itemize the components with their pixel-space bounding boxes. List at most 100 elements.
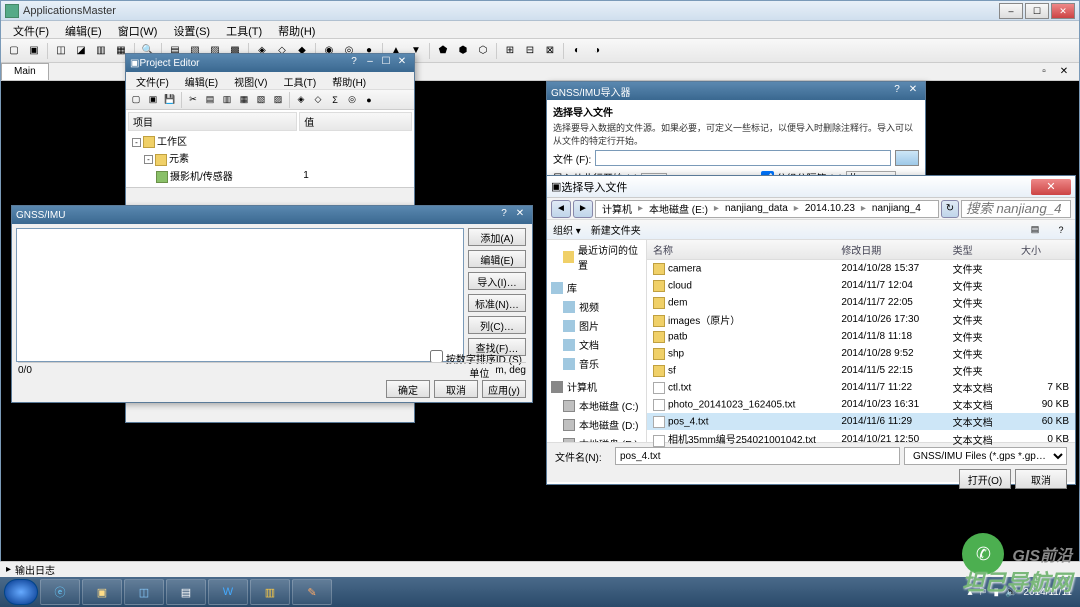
sidebar-item[interactable]: 本地磁盘 (C:) bbox=[547, 396, 646, 415]
tree-row[interactable]: -工作区 bbox=[128, 133, 412, 148]
tool-t-icon[interactable]: ◑ bbox=[588, 42, 606, 60]
pe-tool-c-icon[interactable]: ▦ bbox=[236, 92, 252, 108]
tab-main[interactable]: Main bbox=[1, 63, 49, 80]
filename-input[interactable] bbox=[615, 447, 900, 465]
file-row[interactable]: images（原片）2014/10/26 17:30文件夹 bbox=[647, 311, 1075, 328]
file-row[interactable]: photo_20141023_162405.txt2014/10/23 16:3… bbox=[647, 396, 1075, 413]
start-button[interactable] bbox=[4, 579, 38, 605]
col-date[interactable]: 修改日期 bbox=[835, 240, 946, 260]
menu-file[interactable]: 文件(F) bbox=[5, 21, 57, 38]
pe-tool-f-icon[interactable]: ◈ bbox=[293, 92, 309, 108]
tool-cube-icon[interactable]: ◫ bbox=[52, 42, 70, 60]
importer-browse-button[interactable] bbox=[895, 150, 919, 166]
pe-menu-file[interactable]: 文件(F) bbox=[128, 72, 177, 89]
pe-menu-edit[interactable]: 编辑(E) bbox=[177, 72, 226, 89]
close-button[interactable]: ✕ bbox=[1051, 3, 1075, 19]
sidebar-item[interactable]: 本地磁盘 (D:) bbox=[547, 415, 646, 434]
task-app1-icon[interactable]: ◫ bbox=[124, 579, 164, 605]
tool-s-icon[interactable]: ◐ bbox=[568, 42, 586, 60]
sidebar-item[interactable]: 库 bbox=[547, 278, 646, 297]
pe-tool-e-icon[interactable]: ▨ bbox=[270, 92, 286, 108]
task-explorer-icon[interactable]: ▣ bbox=[82, 579, 122, 605]
file-row[interactable]: pos_4.txt2014/11/6 11:29文本文档60 KB bbox=[647, 413, 1075, 430]
search-input[interactable] bbox=[961, 200, 1071, 218]
tree-expander-icon[interactable]: - bbox=[144, 155, 153, 164]
tray-time[interactable]: 2014/11/11 bbox=[1023, 587, 1072, 598]
task-ie-icon[interactable]: ⓔ bbox=[40, 579, 80, 605]
menu-tools[interactable]: 工具(T) bbox=[218, 21, 270, 38]
tool-o-icon[interactable]: ⬡ bbox=[474, 42, 492, 60]
status-expand-icon[interactable]: ▸ bbox=[6, 564, 11, 575]
nav-back-button[interactable]: ◄ bbox=[551, 200, 571, 218]
gnss-apply-button[interactable]: 应用(y) bbox=[482, 380, 526, 398]
tool-r-icon[interactable]: ⊠ bbox=[541, 42, 559, 60]
file-row[interactable]: patb2014/11/8 11:18文件夹 bbox=[647, 328, 1075, 345]
tool-q-icon[interactable]: ⊟ bbox=[521, 42, 539, 60]
tool-p-icon[interactable]: ⊞ bbox=[501, 42, 519, 60]
col-type[interactable]: 类型 bbox=[947, 240, 1015, 260]
breadcrumb-item[interactable]: nanjiang_4 bbox=[868, 203, 925, 214]
pe-tool-sigma-icon[interactable]: Σ bbox=[327, 92, 343, 108]
breadcrumb[interactable]: 计算机▸本地磁盘 (E:)▸nanjiang_data▸2014.10.23▸n… bbox=[595, 200, 939, 218]
cancel-button[interactable]: 取消 bbox=[1015, 469, 1067, 489]
file-row[interactable]: shp2014/10/28 9:52文件夹 bbox=[647, 345, 1075, 362]
menu-settings[interactable]: 设置(S) bbox=[165, 21, 218, 38]
minimize-button[interactable]: – bbox=[999, 3, 1023, 19]
file-dialog-close-button[interactable]: ✕ bbox=[1031, 179, 1071, 195]
task-app4-icon[interactable]: ✎ bbox=[292, 579, 332, 605]
gnss-help-icon[interactable]: ? bbox=[496, 208, 512, 222]
tool-new-icon[interactable]: ▢ bbox=[5, 42, 23, 60]
tabs-close-icon[interactable]: ✕ bbox=[1055, 63, 1073, 81]
open-button[interactable]: 打开(O) bbox=[959, 469, 1011, 489]
panel-minimize-icon[interactable]: – bbox=[362, 56, 378, 70]
pe-menu-view[interactable]: 视图(V) bbox=[226, 72, 275, 89]
gnss-cancel-button[interactable]: 取消 bbox=[434, 380, 478, 398]
sidebar-item[interactable]: 文档 bbox=[547, 335, 646, 354]
file-row[interactable]: camera2014/10/28 15:37文件夹 bbox=[647, 260, 1075, 278]
task-word-icon[interactable]: W bbox=[208, 579, 248, 605]
tree-col-value[interactable]: 值 bbox=[299, 112, 412, 131]
gnss-import-button[interactable]: 导入(I)… bbox=[468, 272, 526, 290]
pe-tool-new-icon[interactable]: ▢ bbox=[128, 92, 144, 108]
gnss-ok-button[interactable]: 确定 bbox=[386, 380, 430, 398]
tray-flag-icon[interactable]: ⚐ bbox=[978, 587, 987, 598]
panel-help-icon[interactable]: ? bbox=[346, 56, 362, 70]
new-folder-button[interactable]: 新建文件夹 bbox=[591, 222, 641, 237]
sidebar-item[interactable]: 视频 bbox=[547, 297, 646, 316]
pe-tool-a-icon[interactable]: ▤ bbox=[202, 92, 218, 108]
importer-file-input[interactable] bbox=[595, 150, 891, 166]
file-row[interactable]: ctl.txt2014/11/7 11:22文本文档7 KB bbox=[647, 379, 1075, 396]
pe-tool-open-icon[interactable]: ▣ bbox=[145, 92, 161, 108]
task-app3-icon[interactable]: ▥ bbox=[250, 579, 290, 605]
menu-window[interactable]: 窗口(W) bbox=[110, 21, 166, 38]
file-dialog-sidebar[interactable]: 最近访问的位置库视频图片文档音乐计算机本地磁盘 (C:)本地磁盘 (D:)本地磁… bbox=[547, 240, 647, 442]
nav-refresh-button[interactable]: ↻ bbox=[941, 200, 959, 218]
tray-up-icon[interactable]: ▴ bbox=[967, 587, 972, 598]
sidebar-item[interactable]: 本地磁盘 (E:) bbox=[547, 434, 646, 442]
file-filter-select[interactable]: GNSS/IMU Files (*.gps *.gp… bbox=[904, 447, 1067, 465]
gnss-list[interactable] bbox=[16, 228, 464, 362]
gnss-columns-button[interactable]: 列(C)… bbox=[468, 316, 526, 334]
nav-forward-button[interactable]: ► bbox=[573, 200, 593, 218]
help-icon[interactable]: ? bbox=[1053, 222, 1069, 238]
tool-n-icon[interactable]: ⬢ bbox=[454, 42, 472, 60]
breadcrumb-item[interactable]: 本地磁盘 (E:) bbox=[645, 201, 712, 216]
breadcrumb-item[interactable]: nanjiang_data bbox=[721, 203, 792, 214]
menu-edit[interactable]: 编辑(E) bbox=[57, 21, 110, 38]
file-row[interactable]: cloud2014/11/7 12:04文件夹 bbox=[647, 277, 1075, 294]
col-size[interactable]: 大小 bbox=[1015, 240, 1075, 260]
tree-expander-icon[interactable]: - bbox=[132, 138, 141, 147]
maximize-button[interactable]: ☐ bbox=[1025, 3, 1049, 19]
panel-maximize-icon[interactable]: ☐ bbox=[378, 56, 394, 70]
pe-tool-h-icon[interactable]: ◎ bbox=[344, 92, 360, 108]
importer-help-icon[interactable]: ? bbox=[889, 84, 905, 98]
organize-menu[interactable]: 组织 ▾ bbox=[553, 222, 581, 237]
tree-col-item[interactable]: 项目 bbox=[128, 112, 297, 131]
pe-tool-cut-icon[interactable]: ✂ bbox=[185, 92, 201, 108]
tool-box-icon[interactable]: ◪ bbox=[72, 42, 90, 60]
sidebar-item[interactable]: 计算机 bbox=[547, 377, 646, 396]
system-tray[interactable]: ▴ ⚐ ▮ 🔊 2014/11/11 bbox=[967, 587, 1076, 598]
tree-row[interactable]: -元素 bbox=[128, 150, 412, 165]
tool-layer-icon[interactable]: ▥ bbox=[92, 42, 110, 60]
gnss-standard-button[interactable]: 标准(N)… bbox=[468, 294, 526, 312]
